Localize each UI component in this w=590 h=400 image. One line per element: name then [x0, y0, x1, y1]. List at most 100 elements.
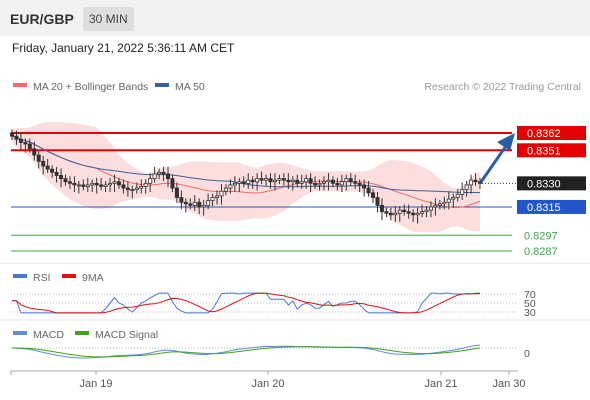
candle	[473, 179, 478, 183]
candle	[14, 135, 19, 140]
candle	[59, 175, 64, 180]
candle	[464, 184, 469, 191]
candle	[125, 187, 130, 191]
legend-macd-swatch	[13, 331, 27, 335]
candle	[366, 187, 371, 194]
candle	[379, 204, 384, 213]
candle	[81, 184, 86, 187]
candle	[23, 142, 28, 145]
candle	[317, 182, 322, 186]
candle	[371, 192, 376, 198]
chart-svg: MA 20 + Bollinger Bands MA 50 Research ©…	[0, 81, 590, 390]
candle	[27, 143, 32, 150]
legend-macd-signal-swatch	[75, 331, 89, 335]
candle	[304, 178, 309, 183]
candle	[210, 197, 215, 202]
candle	[139, 186, 144, 189]
candle	[420, 211, 425, 214]
candle	[295, 179, 300, 184]
chart-widget: EUR/GBP 30 MIN Friday, January 21, 2022 …	[0, 0, 590, 400]
candle	[36, 154, 41, 162]
x-tick-label: Jan 20	[251, 378, 284, 390]
level-label-0.8297: 0.8297	[524, 230, 558, 242]
candle	[357, 182, 362, 186]
candle	[388, 212, 393, 216]
candle	[188, 203, 193, 206]
bollinger-fill	[12, 122, 480, 232]
candle	[50, 168, 55, 173]
candle	[112, 181, 117, 184]
candle	[397, 209, 402, 214]
candle	[442, 201, 447, 205]
candle	[281, 178, 286, 181]
legend-macd-signal-label: MACD Signal	[95, 329, 158, 341]
candle	[250, 179, 255, 183]
bollinger-band	[12, 122, 480, 232]
candle	[321, 181, 326, 184]
candle	[9, 132, 14, 137]
candle	[335, 182, 340, 186]
candle	[446, 198, 451, 203]
level-label-0.8330: 0.8330	[527, 178, 561, 190]
legend-macd-label: MACD	[33, 329, 64, 341]
candle	[268, 178, 273, 183]
candle	[308, 178, 313, 184]
candle	[272, 179, 277, 183]
candle	[18, 138, 23, 143]
candle	[45, 165, 50, 170]
legend-bollinger-label: MA 20 + Bollinger Bands	[33, 81, 148, 93]
level-label-0.8351: 0.8351	[527, 145, 561, 157]
candle	[90, 182, 95, 186]
candle	[174, 187, 179, 198]
candle	[451, 197, 456, 200]
legend-ma50-label: MA 50	[175, 81, 205, 93]
candle	[228, 184, 233, 189]
candle	[469, 179, 474, 186]
legend-rsi-swatch	[13, 274, 27, 278]
candle	[246, 179, 251, 184]
candle	[313, 182, 318, 186]
candle	[255, 178, 260, 183]
x-tick-label: Jan 21	[424, 378, 457, 390]
rsi-tick-30: 30	[524, 307, 536, 319]
candle	[54, 171, 59, 176]
candle	[339, 181, 344, 186]
candle	[63, 178, 68, 183]
candle	[72, 182, 77, 186]
legend-bollinger-swatch	[13, 83, 27, 87]
x-tick-label: Jan 19	[79, 378, 112, 390]
candle	[460, 189, 465, 195]
candle	[241, 181, 246, 184]
candle	[192, 201, 197, 206]
candle	[121, 184, 126, 189]
candle	[201, 204, 206, 208]
candle	[348, 178, 353, 183]
candle	[41, 160, 46, 167]
arrow-shaft	[479, 145, 508, 183]
candle	[170, 178, 175, 189]
candle	[206, 200, 211, 206]
macd-tick-0: 0	[524, 348, 530, 360]
candle	[362, 184, 367, 189]
candle	[94, 182, 99, 186]
level-label-0.8362: 0.8362	[527, 128, 561, 140]
forecast-arrow	[479, 133, 515, 183]
candle	[143, 182, 148, 187]
candle	[32, 148, 37, 156]
candle	[232, 182, 237, 186]
candle	[130, 189, 135, 192]
candle	[116, 181, 121, 186]
candle	[455, 193, 460, 198]
candle	[286, 179, 291, 183]
candle	[402, 209, 407, 213]
macd-pane	[11, 344, 516, 359]
legend-ma50-swatch	[155, 83, 169, 87]
candle	[277, 178, 282, 181]
candle	[215, 195, 220, 198]
candle	[148, 178, 153, 184]
candle	[134, 187, 139, 191]
candle	[393, 212, 398, 216]
legend-rsi-ma-swatch	[62, 274, 76, 278]
candle	[99, 184, 104, 187]
rsi-pane	[11, 292, 516, 314]
